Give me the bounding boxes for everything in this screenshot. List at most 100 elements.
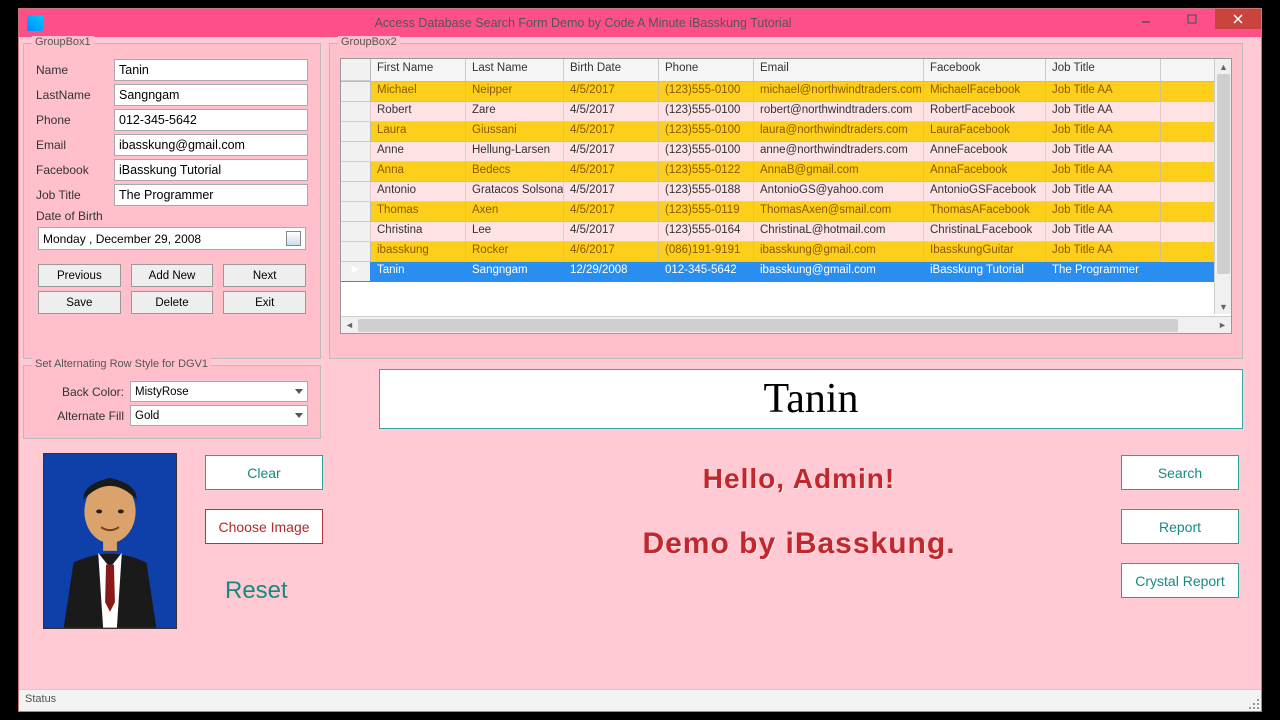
cell[interactable]: AnnaFacebook — [924, 162, 1046, 182]
cell[interactable]: 4/5/2017 — [564, 122, 659, 142]
cell[interactable]: 4/5/2017 — [564, 202, 659, 222]
cell[interactable]: Job Title AA — [1046, 182, 1161, 202]
cell[interactable]: Thomas — [371, 202, 466, 222]
row-header[interactable] — [341, 202, 371, 222]
cell[interactable]: Sangngam — [466, 262, 564, 282]
cell[interactable]: ChristinaL@hotmail.com — [754, 222, 924, 242]
addnew-button[interactable]: Add New — [131, 264, 214, 287]
cell[interactable]: Hellung-Larsen — [466, 142, 564, 162]
cell[interactable]: Job Title AA — [1046, 222, 1161, 242]
cell[interactable]: anne@northwindtraders.com — [754, 142, 924, 162]
col-facebook[interactable]: Facebook — [924, 59, 1046, 81]
table-row[interactable]: AntonioGratacos Solsona4/5/2017(123)555-… — [341, 182, 1231, 202]
crystal-report-button[interactable]: Crystal Report — [1121, 563, 1239, 598]
calendar-icon[interactable] — [286, 231, 301, 246]
table-row[interactable]: ChristinaLee4/5/2017(123)555-0164Christi… — [341, 222, 1231, 242]
cell[interactable]: Christina — [371, 222, 466, 242]
cell[interactable]: LauraFacebook — [924, 122, 1046, 142]
cell[interactable]: Anne — [371, 142, 466, 162]
cell[interactable]: Bedecs — [466, 162, 564, 182]
choose-image-button[interactable]: Choose Image — [205, 509, 323, 544]
col-birthdate[interactable]: Birth Date — [564, 59, 659, 81]
cell[interactable]: ibasskung@gmail.com — [754, 262, 924, 282]
cell[interactable]: IbasskungGuitar — [924, 242, 1046, 262]
reset-link[interactable]: Reset — [225, 577, 288, 605]
next-button[interactable]: Next — [223, 264, 306, 287]
close-button[interactable] — [1215, 9, 1261, 29]
col-jobtitle[interactable]: Job Title — [1046, 59, 1161, 81]
cell[interactable]: The Programmer — [1046, 262, 1161, 282]
save-button[interactable]: Save — [38, 291, 121, 314]
cell[interactable]: AntonioGS@yahoo.com — [754, 182, 924, 202]
facebook-field[interactable] — [114, 159, 308, 181]
cell[interactable]: ibasskung — [371, 242, 466, 262]
email-field[interactable] — [114, 134, 308, 156]
col-lastname[interactable]: Last Name — [466, 59, 564, 81]
table-row[interactable]: ibasskungRocker4/6/2017(086)191-9191ibas… — [341, 242, 1231, 262]
cell[interactable]: michael@northwindtraders.com — [754, 82, 924, 102]
cell[interactable]: (123)555-0100 — [659, 142, 754, 162]
cell[interactable]: AnnaB@gmail.com — [754, 162, 924, 182]
cell[interactable]: Laura — [371, 122, 466, 142]
cell[interactable]: Job Title AA — [1046, 142, 1161, 162]
cell[interactable]: (123)555-0119 — [659, 202, 754, 222]
cell[interactable]: AntonioGSFacebook — [924, 182, 1046, 202]
cell[interactable]: Zare — [466, 102, 564, 122]
cell[interactable]: Neipper — [466, 82, 564, 102]
cell[interactable]: Tanin — [371, 262, 466, 282]
maximize-button[interactable] — [1169, 9, 1215, 29]
table-row[interactable]: ThomasAxen4/5/2017(123)555-0119ThomasAxe… — [341, 202, 1231, 222]
vscroll-thumb[interactable] — [1217, 74, 1230, 274]
row-header[interactable] — [341, 122, 371, 142]
datagrid[interactable]: First Name Last Name Birth Date Phone Em… — [340, 58, 1232, 334]
report-button[interactable]: Report — [1121, 509, 1239, 544]
cell[interactable]: MichaelFacebook — [924, 82, 1046, 102]
table-row[interactable]: ▶TaninSangngam12/29/2008012-345-5642ibas… — [341, 262, 1231, 282]
row-header[interactable] — [341, 142, 371, 162]
cell[interactable]: 4/5/2017 — [564, 82, 659, 102]
delete-button[interactable]: Delete — [131, 291, 214, 314]
row-header[interactable] — [341, 222, 371, 242]
table-row[interactable]: AnneHellung-Larsen4/5/2017(123)555-0100a… — [341, 142, 1231, 162]
row-header[interactable]: ▶ — [341, 262, 371, 282]
table-row[interactable]: RobertZare4/5/2017(123)555-0100robert@no… — [341, 102, 1231, 122]
cell[interactable]: Job Title AA — [1046, 202, 1161, 222]
previous-button[interactable]: Previous — [38, 264, 121, 287]
row-header[interactable] — [341, 182, 371, 202]
hscroll-thumb[interactable] — [358, 319, 1178, 332]
cell[interactable]: (086)191-9191 — [659, 242, 754, 262]
cell[interactable]: 4/5/2017 — [564, 102, 659, 122]
cell[interactable]: (123)555-0188 — [659, 182, 754, 202]
cell[interactable]: Job Title AA — [1046, 242, 1161, 262]
horizontal-scrollbar[interactable]: ◄ ► — [341, 316, 1231, 333]
cell[interactable]: robert@northwindtraders.com — [754, 102, 924, 122]
cell[interactable]: Job Title AA — [1046, 102, 1161, 122]
cell[interactable]: (123)555-0164 — [659, 222, 754, 242]
cell[interactable]: Michael — [371, 82, 466, 102]
cell[interactable]: RobertFacebook — [924, 102, 1046, 122]
cell[interactable]: Gratacos Solsona — [466, 182, 564, 202]
table-row[interactable]: AnnaBedecs4/5/2017(123)555-0122AnnaB@gma… — [341, 162, 1231, 182]
table-row[interactable]: LauraGiussani4/5/2017(123)555-0100laura@… — [341, 122, 1231, 142]
altfill-combo[interactable]: Gold — [130, 405, 308, 426]
cell[interactable]: 4/5/2017 — [564, 162, 659, 182]
col-phone[interactable]: Phone — [659, 59, 754, 81]
clear-button[interactable]: Clear — [205, 455, 323, 490]
table-row[interactable]: MichaelNeipper4/5/2017(123)555-0100micha… — [341, 82, 1231, 102]
lastname-field[interactable] — [114, 84, 308, 106]
jobtitle-field[interactable] — [114, 184, 308, 206]
col-firstname[interactable]: First Name — [371, 59, 466, 81]
row-header[interactable] — [341, 102, 371, 122]
cell[interactable]: 4/6/2017 — [564, 242, 659, 262]
cell[interactable]: Axen — [466, 202, 564, 222]
cell[interactable]: Job Title AA — [1046, 82, 1161, 102]
cell[interactable]: iBasskung Tutorial — [924, 262, 1046, 282]
resize-grip-icon[interactable] — [1245, 695, 1259, 709]
cell[interactable]: Job Title AA — [1046, 162, 1161, 182]
cell[interactable]: ChristinaLFacebook — [924, 222, 1046, 242]
minimize-button[interactable] — [1123, 9, 1169, 29]
cell[interactable]: (123)555-0100 — [659, 122, 754, 142]
cell[interactable]: ThomasAFacebook — [924, 202, 1046, 222]
cell[interactable]: laura@northwindtraders.com — [754, 122, 924, 142]
row-header[interactable] — [341, 82, 371, 102]
